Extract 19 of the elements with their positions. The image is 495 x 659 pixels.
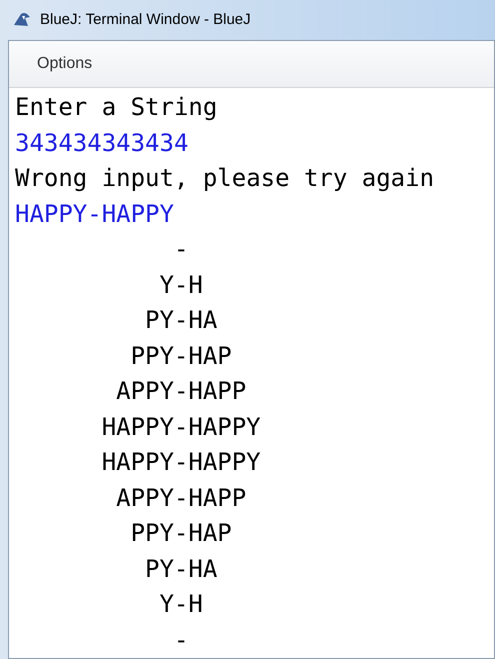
bird-icon [12, 11, 32, 29]
pattern-line: APPY-HAPP [116, 376, 246, 407]
pattern-line: PPY-HAP [130, 340, 232, 372]
window-title: BlueJ: Terminal Window - BlueJ [40, 10, 251, 30]
pattern-line: - [174, 234, 188, 265]
input-line: 343434343434 [15, 128, 188, 158]
menu-item[interactable]: Options [33, 52, 96, 76]
pattern-line: - [174, 624, 188, 656]
pattern-line: HAPPY-HAPPY [102, 412, 261, 442]
pattern-line: Y-H [159, 270, 203, 300]
output-line: Enter a String [15, 92, 218, 123]
pattern-line: Y-H [159, 589, 203, 620]
input-line: HAPPY-HAPPY [15, 198, 174, 230]
pattern-line: PY-HA [145, 554, 218, 584]
pattern-line: PPY-HAP [130, 518, 232, 549]
output-line: Wrong input, please try again [15, 163, 434, 194]
pattern-line: HAPPY-HAPPY [102, 447, 261, 478]
pattern-line: PY-HA [145, 305, 218, 336]
pattern-line: APPY-HAPP [116, 482, 246, 514]
